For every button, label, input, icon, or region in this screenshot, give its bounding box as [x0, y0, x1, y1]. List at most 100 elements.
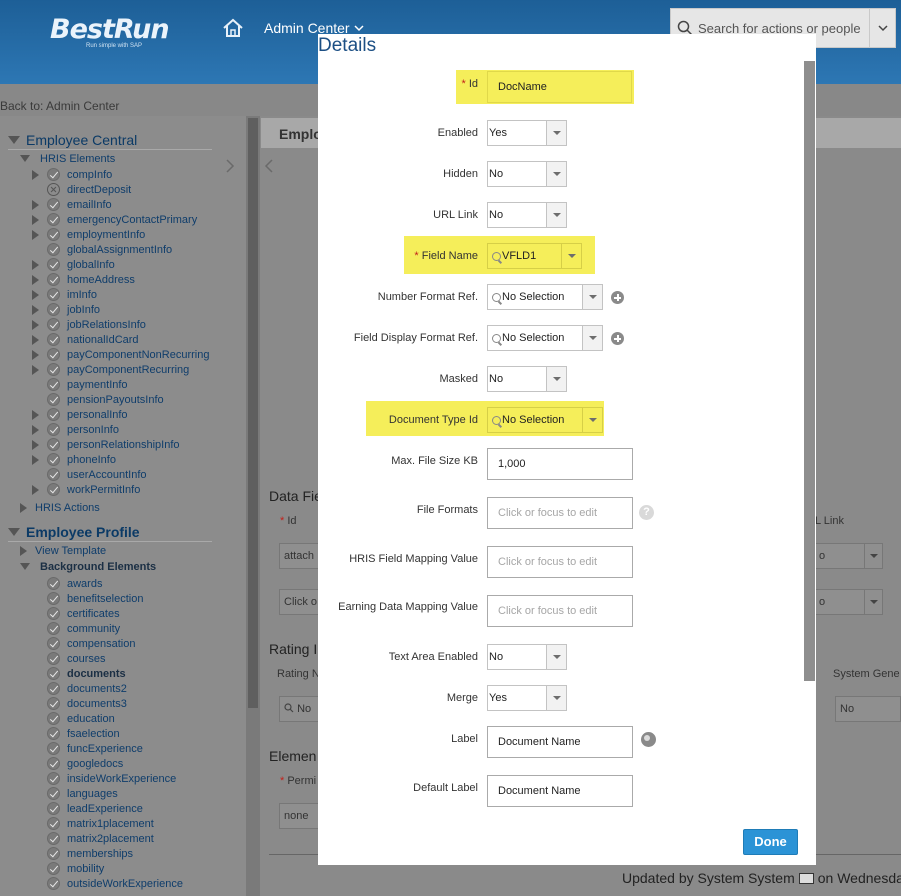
tree-item[interactable]: payComponentRecurring [32, 362, 189, 377]
tree-item-label: payComponentRecurring [67, 363, 190, 376]
data-fields-heading: Data Fie [269, 488, 322, 504]
tree-item[interactable]: globalAssignmentInfo [47, 242, 172, 257]
text-area-select[interactable]: No [487, 644, 567, 670]
tree-item-label: education [67, 712, 115, 725]
enabled-select[interactable]: Yes [487, 120, 567, 146]
tree-item[interactable]: leadExperience [47, 801, 143, 816]
tree-item[interactable]: matrix2placement [47, 831, 154, 846]
element-heading: Elemen [269, 748, 317, 764]
tree-item[interactable]: education [47, 711, 115, 726]
tree-item[interactable]: nationalIdCard [32, 332, 139, 347]
section-title: Employee Profile [26, 523, 140, 540]
business-card-icon[interactable] [798, 872, 814, 884]
tree-item[interactable]: memberships [47, 846, 133, 861]
id-cell-input[interactable]: attach [279, 543, 319, 569]
tree-item[interactable]: workPermitInfo [32, 482, 140, 497]
tree-item[interactable]: personRelationshipInfo [32, 437, 180, 452]
tree-item[interactable]: languages [47, 786, 118, 801]
tree-scrollbar-thumb[interactable] [248, 118, 258, 708]
chevron-right-icon[interactable] [224, 158, 236, 174]
tree-item[interactable]: globalInfo [32, 257, 115, 272]
search-dropdown-button[interactable] [869, 9, 895, 47]
tree-item[interactable]: emailInfo [32, 197, 112, 212]
tree-item[interactable]: personalInfo [32, 407, 128, 422]
field-name-select[interactable]: VFLD1 [487, 243, 582, 269]
default-label-input[interactable]: Document Name [487, 775, 633, 807]
tree-item[interactable]: jobInfo [32, 302, 100, 317]
url-link-select-1[interactable]: o [815, 543, 883, 569]
tree-item[interactable]: documents [47, 666, 126, 681]
home-icon[interactable] [222, 18, 244, 38]
tree-item[interactable]: userAccountInfo [47, 467, 147, 482]
tree-group-background-elements[interactable]: Background Elements [20, 559, 156, 574]
tree-item[interactable]: directDeposit [47, 182, 131, 197]
system-generated-cell[interactable]: No [835, 696, 901, 722]
earning-mapping-input[interactable]: Click or focus to edit [487, 595, 633, 627]
tree-item[interactable]: compensation [47, 636, 136, 651]
help-icon[interactable]: ? [639, 505, 654, 520]
max-file-size-input[interactable]: 1,000 [487, 448, 633, 480]
tree-item[interactable]: payComponentNonRecurring [32, 347, 209, 362]
document-type-select[interactable]: No Selection [487, 407, 603, 433]
check-circle-icon [47, 393, 60, 406]
hris-mapping-input[interactable]: Click or focus to edit [487, 546, 633, 578]
tree-item[interactable]: imInfo [32, 287, 97, 302]
tree-item[interactable]: jobRelationsInfo [32, 317, 146, 332]
tree-item[interactable]: benefitselection [47, 591, 143, 606]
add-number-format-icon[interactable] [611, 291, 624, 304]
tree-item-label: jobRelationsInfo [67, 318, 146, 331]
chevron-left-icon[interactable] [263, 158, 275, 174]
tree-item[interactable]: insideWorkExperience [47, 771, 176, 786]
expand-icon [32, 199, 39, 210]
tree-item[interactable]: employmentInfo [32, 227, 145, 242]
tree-item[interactable]: awards [47, 576, 102, 591]
permission-cell-input[interactable]: none [279, 803, 319, 829]
permission-column-label: Permi [287, 775, 317, 787]
merge-select[interactable]: Yes [487, 685, 567, 711]
tree-item[interactable]: googledocs [47, 756, 123, 771]
globe-icon[interactable] [641, 732, 656, 747]
tree-item[interactable]: personInfo [32, 422, 119, 437]
tree-item[interactable]: paymentInfo [47, 377, 128, 392]
file-formats-input[interactable]: Click or focus to edit [487, 497, 633, 529]
label-input[interactable]: Document Name [487, 726, 633, 758]
add-display-format-icon[interactable] [611, 332, 624, 345]
tree-view-template[interactable]: View Template [20, 543, 106, 558]
tree-item[interactable]: homeAddress [32, 272, 135, 287]
tree-item[interactable]: funcExperience [47, 741, 143, 756]
tree-item[interactable]: compInfo [32, 167, 112, 182]
check-circle-icon [47, 802, 60, 815]
tree-item[interactable]: certificates [47, 606, 120, 621]
url-link-select-2[interactable]: o [815, 589, 883, 615]
tree-item[interactable]: mobility [47, 861, 104, 876]
display-format-select[interactable]: No Selection [487, 325, 603, 351]
tree-item[interactable]: emergencyContactPrimary [32, 212, 197, 227]
section-employee-central[interactable]: Employee Central [8, 130, 212, 150]
tree-item[interactable]: courses [47, 651, 106, 666]
company-logo[interactable]: BestRun Run simple with SAP [50, 14, 170, 49]
url-link-select[interactable]: No [487, 202, 567, 228]
tree-item[interactable]: phoneInfo [32, 452, 116, 467]
done-button[interactable]: Done [743, 829, 798, 855]
tree-item[interactable]: documents2 [47, 681, 127, 696]
back-link[interactable]: Back to: Admin Center [0, 99, 119, 113]
section-employee-profile[interactable]: Employee Profile [8, 522, 212, 542]
tree-item[interactable]: pensionPayoutsInfo [47, 392, 164, 407]
hidden-select[interactable]: No [487, 161, 567, 187]
masked-select[interactable]: No [487, 366, 567, 392]
tree-item[interactable]: fsaelection [47, 726, 120, 741]
tree-item[interactable]: documents3 [47, 696, 127, 711]
number-format-select[interactable]: No Selection [487, 284, 603, 310]
rating-cell-input[interactable]: No [279, 696, 319, 722]
id-input[interactable]: DocName [487, 71, 632, 103]
tree-item[interactable]: community [47, 621, 120, 636]
tree-group-hris-elements[interactable]: HRIS Elements [20, 151, 115, 166]
tree-item[interactable]: matrix1placement [47, 816, 154, 831]
chevron-down-icon [582, 326, 602, 350]
tree-item-label: nationalIdCard [67, 333, 139, 346]
tab-employee[interactable]: Emplo [261, 118, 322, 148]
dialog-scrollbar[interactable] [804, 61, 815, 681]
click-cell-input[interactable]: Click o [279, 589, 319, 615]
tree-item[interactable]: outsideWorkExperience [47, 876, 183, 891]
tree-group-hris-actions[interactable]: HRIS Actions [20, 500, 100, 515]
